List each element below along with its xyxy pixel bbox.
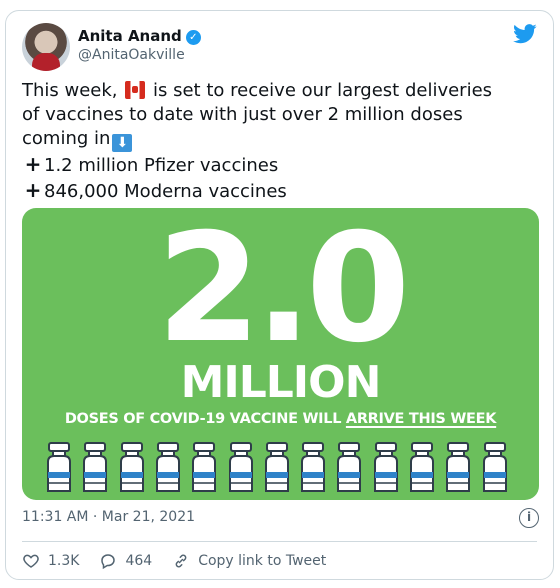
down-arrow-emoji: ⬇	[112, 134, 133, 152]
copy-link-button[interactable]: Copy link to Tweet	[172, 552, 326, 570]
vaccine-vial-icon	[192, 442, 216, 492]
vaccine-vial-icon	[229, 442, 253, 492]
tweet-line-4: +1.2 million Pfizer vaccines	[22, 152, 537, 178]
tweet-timestamp[interactable]: 11:31 AM · Mar 21, 2021	[22, 509, 195, 525]
tweet-media-image[interactable]: 2.0 MILLION DOSES OF COVID-19 VACCINE WI…	[22, 208, 539, 500]
avatar[interactable]	[22, 23, 70, 71]
vaccine-vial-icon	[337, 442, 361, 492]
reply-button[interactable]: 464	[99, 552, 152, 570]
vaccine-vial-icon	[483, 442, 507, 492]
tweet-line-3: coming in ⬇	[22, 127, 537, 152]
plus-icon: +	[24, 152, 42, 176]
author-handle[interactable]: @AnitaOakville	[78, 47, 185, 63]
reply-icon	[101, 554, 116, 570]
action-bar: 1.3K 464 Copy link to Tweet	[22, 547, 346, 575]
twitter-bird-icon[interactable]	[513, 23, 537, 45]
vaccine-vial-icon	[446, 442, 470, 492]
vaccine-vial-icon	[301, 442, 325, 492]
tweet-line-5: +846,000 Moderna vaccines	[22, 178, 537, 204]
tweet-line-2: of vaccines to date with just over 2 mil…	[22, 104, 463, 125]
vaccine-vial-icon	[83, 442, 107, 492]
like-count: 1.3K	[48, 553, 80, 569]
media-doses-caption: DOSES OF COVID-19 VACCINE WILL ARRIVE TH…	[64, 411, 497, 427]
copy-link-label: Copy link to Tweet	[198, 553, 327, 569]
reply-count: 464	[125, 553, 153, 569]
verified-badge-icon: ✓	[185, 30, 201, 45]
heart-icon	[23, 554, 39, 568]
vaccine-vial-icon	[265, 442, 289, 492]
media-big-number: 2.0	[156, 208, 411, 376]
divider	[22, 541, 537, 542]
media-million-label: MILLION	[180, 357, 382, 408]
canada-flag-emoji	[125, 81, 146, 99]
author-name-label[interactable]: Anita Anand	[78, 27, 182, 45]
vaccine-vial-icon	[47, 442, 71, 492]
link-icon	[175, 554, 187, 568]
info-icon[interactable]: i	[519, 508, 539, 528]
plus-icon: +	[24, 178, 42, 202]
vaccine-vial-icon	[156, 442, 180, 492]
author-name[interactable]: Anita Anand ✓	[78, 27, 201, 45]
tweet-line-1: This week, is set to receive our largest…	[22, 80, 493, 101]
vaccine-vial-icon	[120, 442, 144, 492]
like-button[interactable]: 1.3K	[22, 552, 79, 570]
vaccine-vial-icon	[374, 442, 398, 492]
tweet-text: This week, is set to receive our largest…	[22, 79, 537, 204]
tweet-card[interactable]: Anita Anand ✓ @AnitaOakville This week, i…	[5, 10, 554, 580]
vaccine-vial-icon	[410, 442, 434, 492]
